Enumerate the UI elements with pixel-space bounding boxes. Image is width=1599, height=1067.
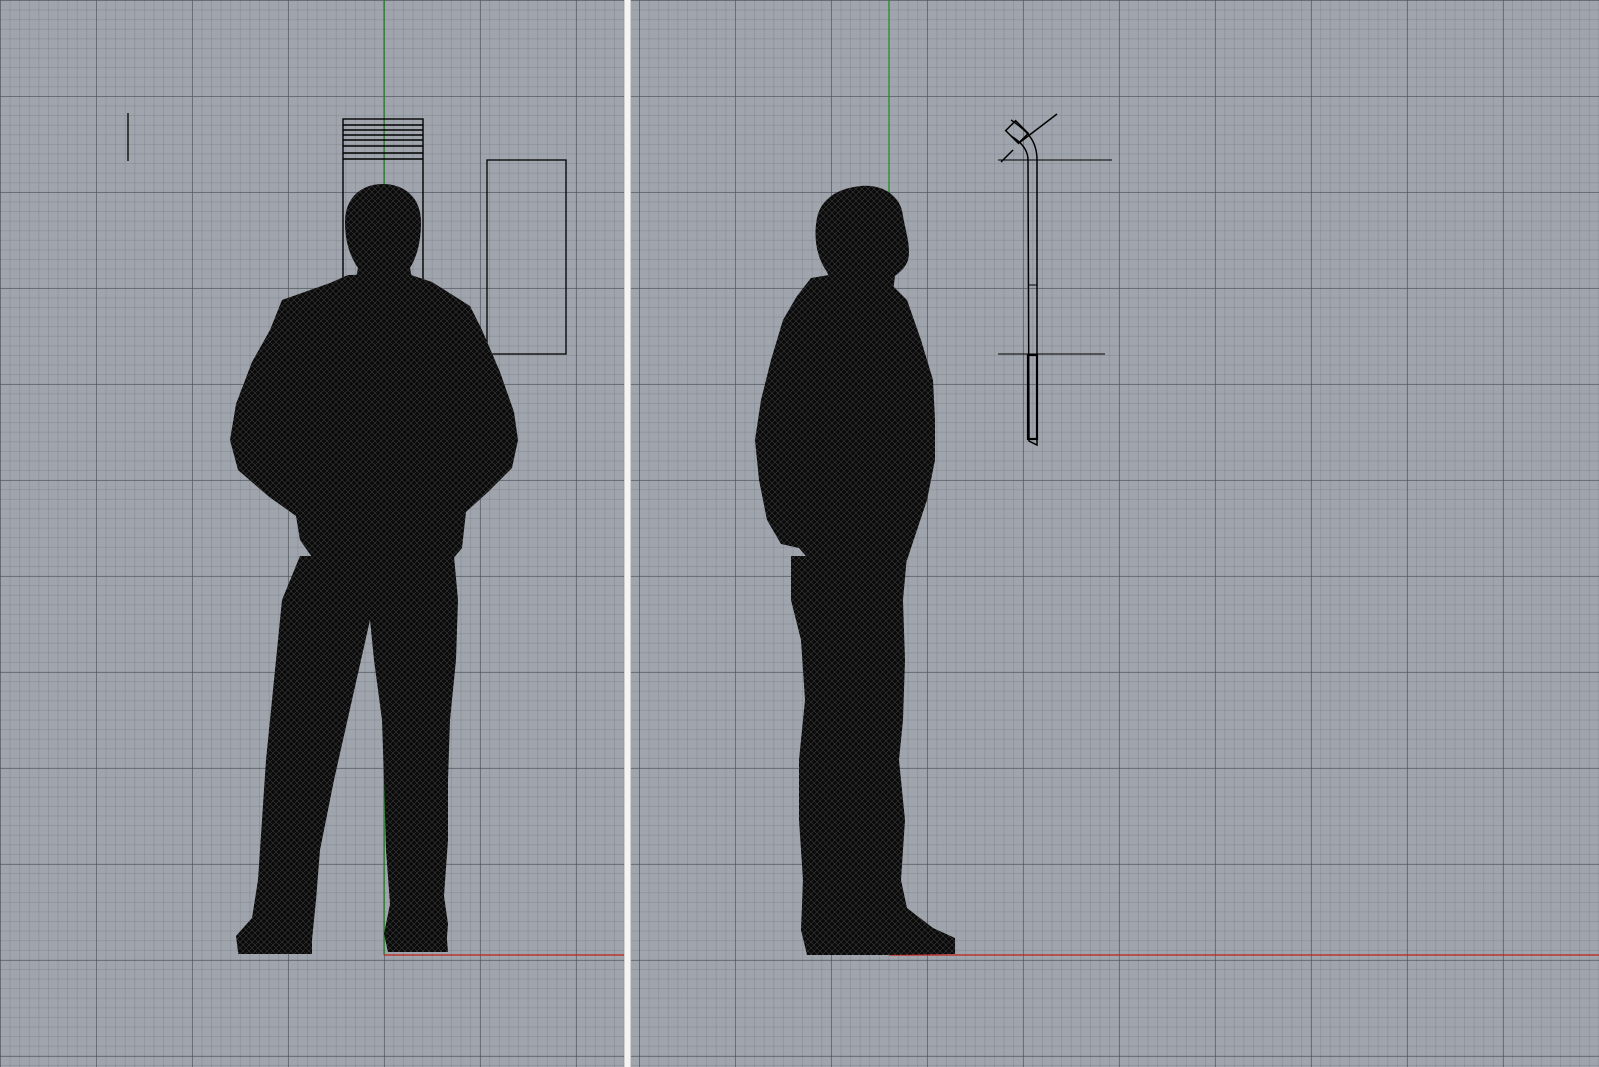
bent-rod-profile-object[interactable]	[998, 113, 1112, 447]
human-figure-side-view[interactable]	[755, 185, 955, 955]
viewport-front[interactable]	[0, 0, 624, 1067]
human-figure-back-view[interactable]	[230, 184, 518, 954]
viewport-front-canvas[interactable]	[0, 0, 624, 1067]
rhino-viewport-window	[0, 0, 1599, 1067]
viewport-divider[interactable]	[624, 0, 631, 1067]
viewport-right[interactable]	[631, 0, 1599, 1067]
outline-rectangle-object[interactable]	[486, 159, 567, 355]
viewport-right-canvas[interactable]	[631, 0, 1599, 1067]
